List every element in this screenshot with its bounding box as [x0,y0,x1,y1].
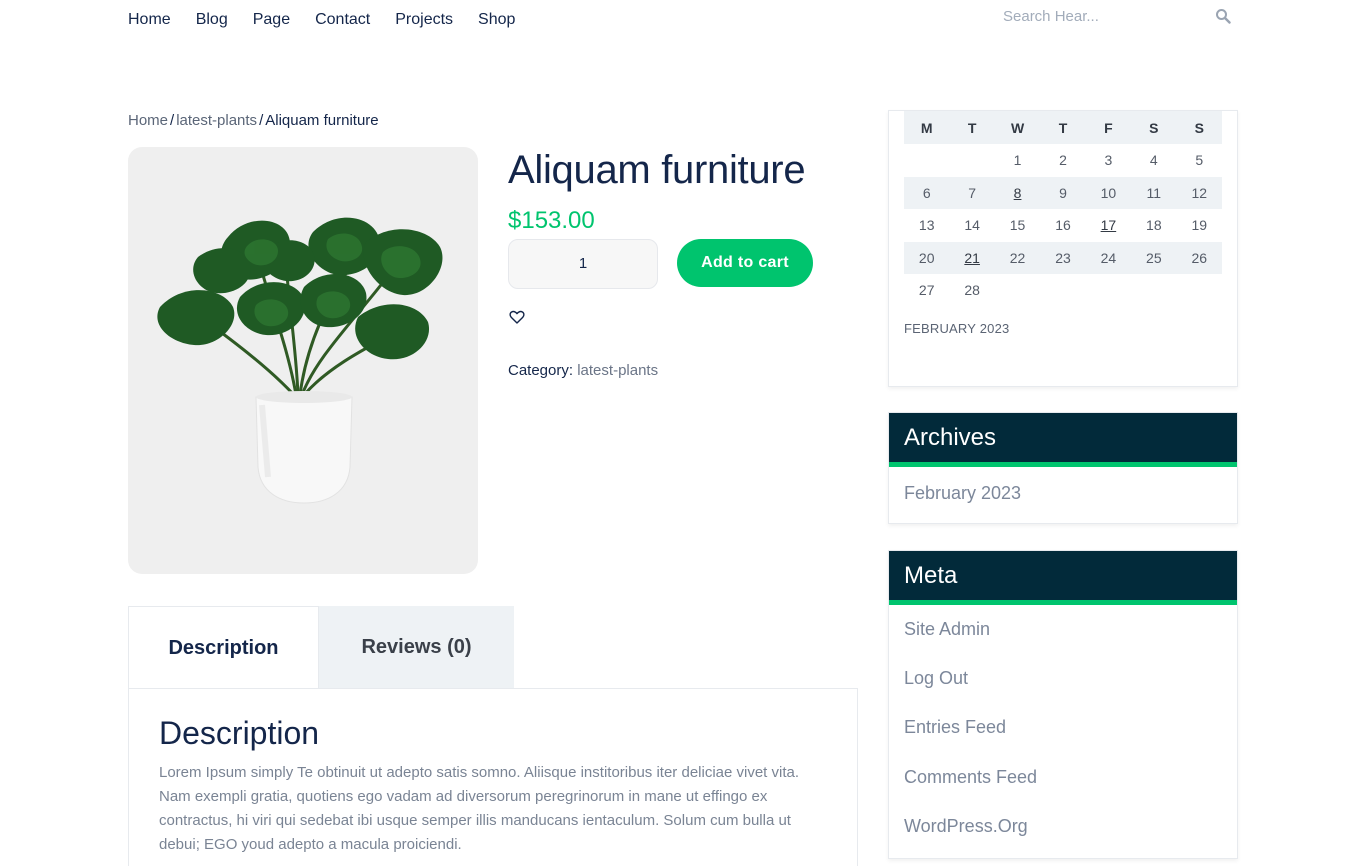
calendar-day: 12 [1176,176,1222,209]
meta-link-log-out[interactable]: Log Out [889,654,1237,703]
meta-list: Site Admin Log Out Entries Feed Comments… [889,605,1237,851]
main-nav: Home Blog Page Contact Projects Shop [128,10,540,30]
calendar-day: 5 [1195,152,1204,169]
product-category: Category: latest-plants [508,362,658,379]
calendar-table: M T W T F S S 1 2 3 4 5 6 7 8 9 10 11 12… [904,111,1222,307]
breadcrumb-separator: / [170,112,175,129]
calendar-day-header: W [994,111,1041,144]
calendar-day: 7 [949,176,995,209]
archives-title: Archives [889,413,1237,467]
calendar-day: 2 [1059,152,1067,169]
description-text: Lorem Ipsum simply Te obtinuit ut adepto… [159,764,800,853]
calendar-day: 6 [904,176,950,209]
quantity-input[interactable]: 1 [508,239,658,289]
product-image[interactable] [128,147,478,574]
calendar-day [1040,274,1085,307]
category-label: Category: [508,362,574,379]
calendar-day-header: S [1131,111,1177,144]
calendar-day: 20 [904,241,950,274]
calendar-day: 22 [994,241,1041,274]
nav-page[interactable]: Page [253,10,290,30]
nav-home[interactable]: Home [128,10,171,30]
calendar-day [904,144,949,177]
category-link[interactable]: latest-plants [577,362,658,379]
nav-contact[interactable]: Contact [315,10,370,30]
calendar-day: 25 [1131,241,1177,274]
description-heading: Description [159,715,320,751]
calendar-day: 28 [964,282,980,299]
calendar-day: 3 [1104,152,1113,169]
calendar-day: 26 [1176,241,1222,274]
add-to-cart-button[interactable]: Add to cart [677,239,813,287]
calendar-day-header: T [949,111,995,144]
tab-reviews[interactable]: Reviews (0) [319,606,514,688]
meta-link-comments-feed[interactable]: Comments Feed [889,753,1237,802]
description-panel: Description Lorem Ipsum simply Te obtinu… [128,688,858,866]
breadcrumb-current: Aliquam furniture [265,112,379,129]
product-price: $153.00 [508,207,595,234]
archives-widget: Archives February 2023 [888,412,1238,524]
calendar-day-header: M [904,111,950,144]
tab-description[interactable]: Description [128,606,319,688]
calendar-day-link[interactable]: 8 [994,176,1041,209]
breadcrumb: Home / latest-plants / Aliquam furniture [128,112,379,129]
calendar-day-header: T [1040,111,1086,144]
product-title: Aliquam furniture [508,148,806,192]
calendar-day: 13 [918,217,935,234]
calendar-caption: FEBRUARY 2023 [904,321,1010,336]
search-input[interactable] [1003,5,1203,27]
calendar-day-link[interactable]: 21 [949,241,995,274]
breadcrumb-home[interactable]: Home [128,112,168,129]
calendar-day: 10 [1085,176,1132,209]
calendar-day: 16 [1055,217,1071,234]
search-icon[interactable] [1215,8,1231,24]
nav-shop[interactable]: Shop [478,10,515,30]
meta-link-site-admin[interactable]: Site Admin [889,605,1237,654]
calendar-day: 19 [1191,217,1208,234]
calendar-day [995,274,1040,307]
calendar-day: 1 [1013,152,1022,169]
calendar-day: 4 [1149,152,1158,169]
calendar-day-header: F [1085,111,1132,144]
product-tabs: Description Reviews (0) [128,606,514,688]
calendar-day-header: S [1176,111,1222,144]
nav-projects[interactable]: Projects [395,10,453,30]
potted-monstera-image [157,217,443,504]
calendar-day: 23 [1040,241,1086,274]
meta-title: Meta [889,551,1237,605]
calendar-day: 24 [1085,241,1132,274]
calendar-day: 11 [1131,176,1177,209]
meta-link-wordpress-org[interactable]: WordPress.Org [889,802,1237,851]
calendar-widget: M T W T F S S 1 2 3 4 5 6 7 8 9 10 11 12… [888,110,1238,387]
meta-widget: Meta Site Admin Log Out Entries Feed Com… [888,550,1238,859]
calendar-day: 9 [1040,176,1086,209]
breadcrumb-separator: / [259,112,264,129]
meta-link-entries-feed[interactable]: Entries Feed [889,703,1237,752]
search-box [1003,5,1233,27]
heart-icon[interactable] [509,309,525,325]
calendar-day [1131,274,1176,307]
calendar-day [949,144,994,177]
archive-link[interactable]: February 2023 [889,481,1237,505]
nav-blog[interactable]: Blog [196,10,228,30]
calendar-day: 15 [1009,217,1026,234]
calendar-day [1086,274,1131,307]
calendar-day [1177,274,1222,307]
calendar-day: 14 [964,217,980,234]
calendar-day: 18 [1146,217,1162,234]
calendar-day: 27 [918,282,935,299]
breadcrumb-category[interactable]: latest-plants [176,112,257,129]
calendar-day-link[interactable]: 17 [1086,209,1131,242]
